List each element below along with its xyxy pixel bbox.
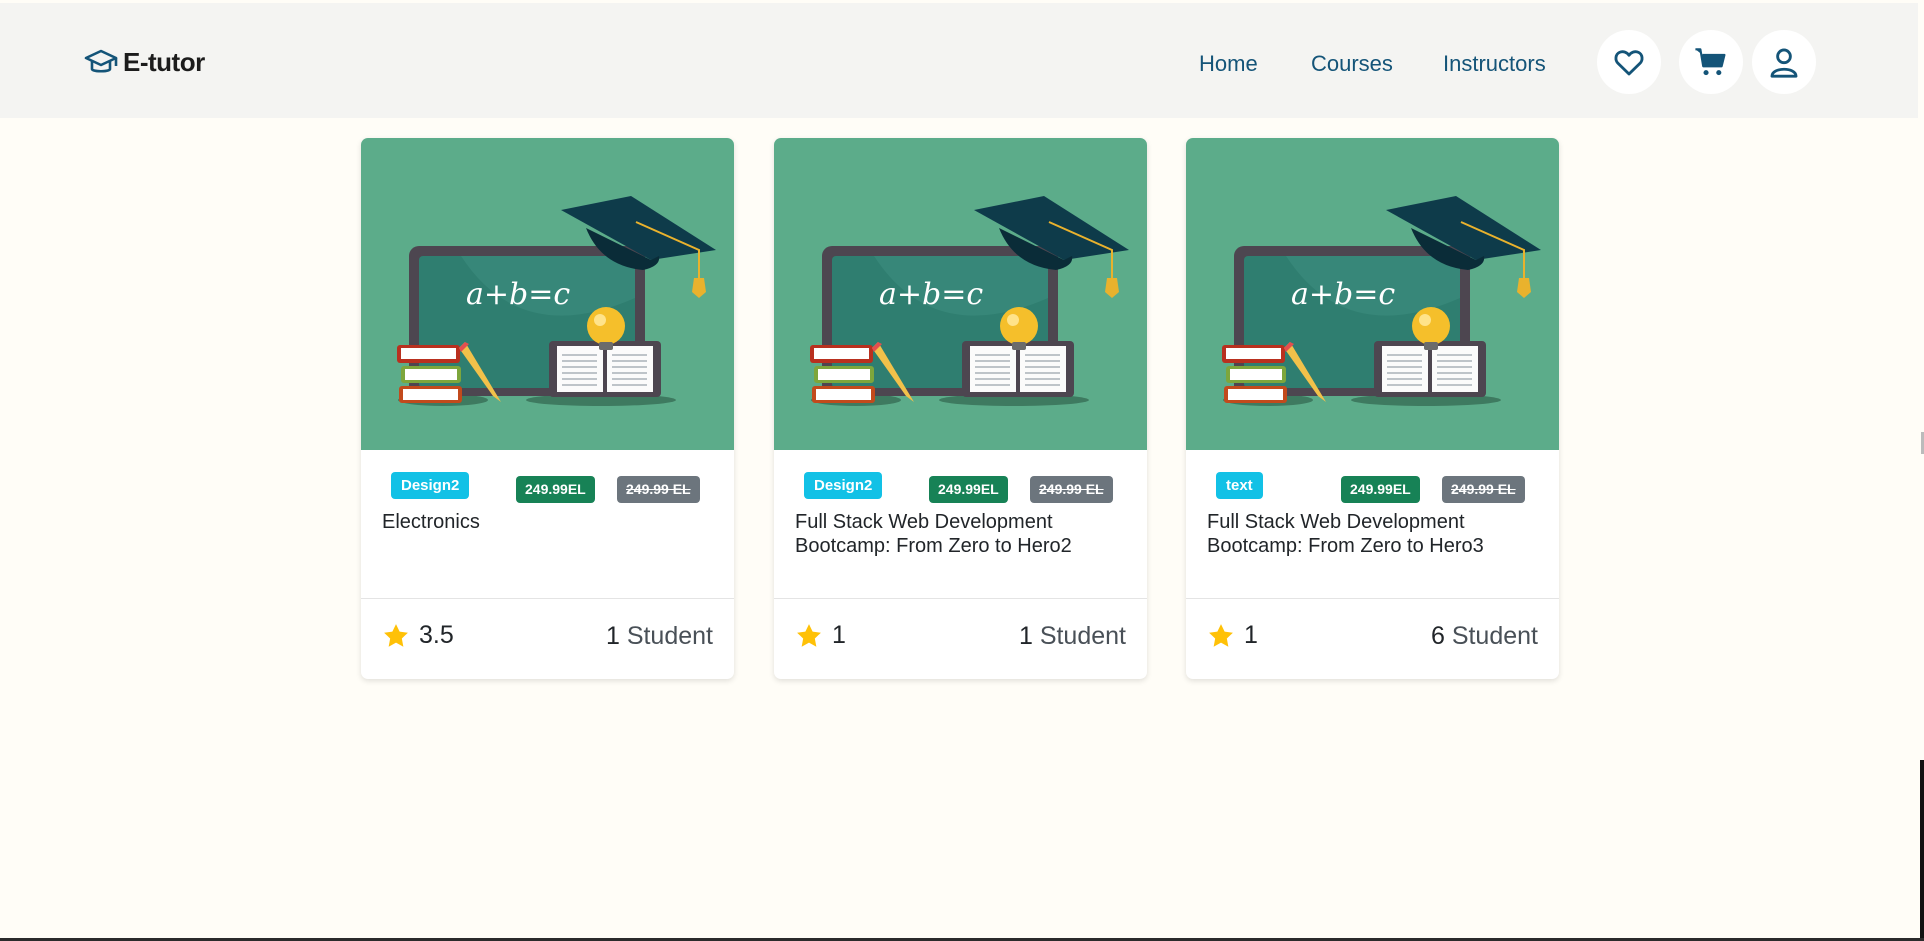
chalkboard-illustration: a+b=c bbox=[810, 196, 1129, 406]
category-badge: Design2 bbox=[391, 472, 470, 499]
course-rating: 1 bbox=[1207, 621, 1258, 650]
nav-instructors[interactable]: Instructors bbox=[1443, 51, 1546, 77]
course-rating: 3.5 bbox=[382, 621, 454, 650]
profile-button[interactable] bbox=[1752, 30, 1816, 94]
nav-home[interactable]: Home bbox=[1199, 51, 1258, 77]
course-card[interactable]: a+b=c bbox=[774, 138, 1147, 679]
chalkboard-illustration: a+b=c bbox=[1222, 196, 1541, 406]
wishlist-button[interactable] bbox=[1597, 30, 1661, 94]
category-badge: text bbox=[1216, 472, 1263, 499]
svg-text:a+b=c: a+b=c bbox=[466, 277, 570, 312]
student-count: 1 Student bbox=[1019, 622, 1126, 651]
rating-value: 1 bbox=[832, 621, 846, 649]
course-title[interactable]: Full Stack Web Development Bootcamp: Fro… bbox=[795, 510, 1125, 558]
price-badge: 249.99EL bbox=[1341, 476, 1420, 503]
user-icon bbox=[1770, 48, 1798, 78]
nav-courses[interactable]: Courses bbox=[1311, 51, 1393, 77]
course-rating: 1 bbox=[795, 621, 846, 650]
star-icon bbox=[384, 623, 408, 647]
old-price-badge: 249.99 EL bbox=[1442, 476, 1525, 503]
brand-name: E-tutor bbox=[123, 47, 205, 77]
svg-text:a+b=c: a+b=c bbox=[879, 277, 983, 312]
star-icon bbox=[797, 623, 821, 647]
students-label: Student bbox=[626, 622, 713, 650]
old-price-badge: 249.99 EL bbox=[1030, 476, 1113, 503]
course-thumbnail[interactable]: a+b=c bbox=[774, 138, 1147, 450]
card-divider bbox=[361, 598, 734, 599]
student-count: 6 Student bbox=[1431, 622, 1538, 651]
student-count: 1 Student bbox=[606, 622, 713, 651]
course-title[interactable]: Electronics bbox=[382, 510, 712, 534]
cart-icon bbox=[1695, 48, 1726, 76]
graduation-cap-icon bbox=[84, 49, 118, 73]
old-price-badge: 249.99 EL bbox=[617, 476, 700, 503]
brand-logo[interactable]: E-tutor bbox=[84, 47, 205, 78]
star-icon bbox=[1209, 623, 1233, 647]
top-navbar: E-tutor Home Courses Instructors bbox=[0, 3, 1918, 118]
card-divider bbox=[774, 598, 1147, 599]
students-label: Student bbox=[1039, 622, 1126, 650]
cart-button[interactable] bbox=[1679, 30, 1743, 94]
course-thumbnail[interactable]: a+b=c bbox=[1186, 138, 1559, 450]
rating-value: 3.5 bbox=[419, 621, 454, 649]
price-badge: 249.99EL bbox=[929, 476, 1008, 503]
rating-value: 1 bbox=[1244, 621, 1258, 649]
svg-text:a+b=c: a+b=c bbox=[1291, 277, 1395, 312]
students-number: 1 bbox=[605, 622, 620, 650]
category-badge: Design2 bbox=[804, 472, 883, 499]
students-number: 6 bbox=[1430, 622, 1445, 650]
students-number: 1 bbox=[1018, 622, 1033, 650]
price-badge: 249.99EL bbox=[516, 476, 595, 503]
heart-icon bbox=[1614, 50, 1644, 76]
chalkboard-illustration: a+b=c bbox=[397, 196, 716, 406]
course-card[interactable]: a+b=c bbox=[361, 138, 734, 679]
course-title[interactable]: Full Stack Web Development Bootcamp: Fro… bbox=[1207, 510, 1537, 558]
course-thumbnail[interactable]: a+b=c bbox=[361, 138, 734, 450]
window-edge bbox=[1920, 760, 1924, 941]
card-divider bbox=[1186, 598, 1559, 599]
course-card[interactable]: a+b=c bbox=[1186, 138, 1559, 679]
students-label: Student bbox=[1451, 622, 1538, 650]
